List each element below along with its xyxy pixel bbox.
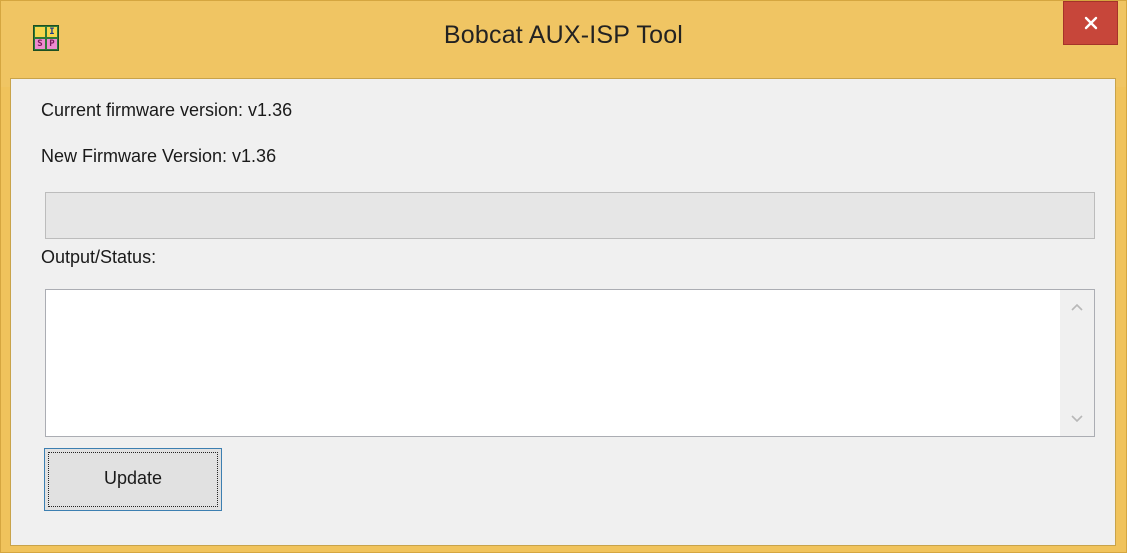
new-firmware-label: New Firmware Version: v1.36 <box>41 146 277 166</box>
chevron-up-icon <box>1071 303 1083 311</box>
output-status-label: Output/Status: <box>41 247 157 267</box>
output-scrollbar[interactable] <box>1060 290 1094 436</box>
chevron-down-icon <box>1071 415 1083 423</box>
client-area: Current firmware version: v1.36 New Firm… <box>10 78 1116 546</box>
progress-bar <box>45 192 1095 239</box>
current-firmware-label: Current firmware version: v1.36 <box>41 100 293 120</box>
close-icon <box>1084 16 1097 30</box>
update-button-label: Update <box>103 468 163 488</box>
title-bar[interactable]: I S P Bobcat AUX-ISP Tool <box>1 1 1126 87</box>
scroll-up-button[interactable] <box>1060 290 1094 324</box>
update-button[interactable]: Update <box>44 448 222 511</box>
window-title: Bobcat AUX-ISP Tool <box>443 21 684 49</box>
output-textarea[interactable] <box>45 289 1095 437</box>
scroll-down-button[interactable] <box>1060 402 1094 436</box>
close-button[interactable] <box>1063 1 1118 45</box>
app-window: I S P Bobcat AUX-ISP Tool Current firmwa… <box>0 0 1127 553</box>
